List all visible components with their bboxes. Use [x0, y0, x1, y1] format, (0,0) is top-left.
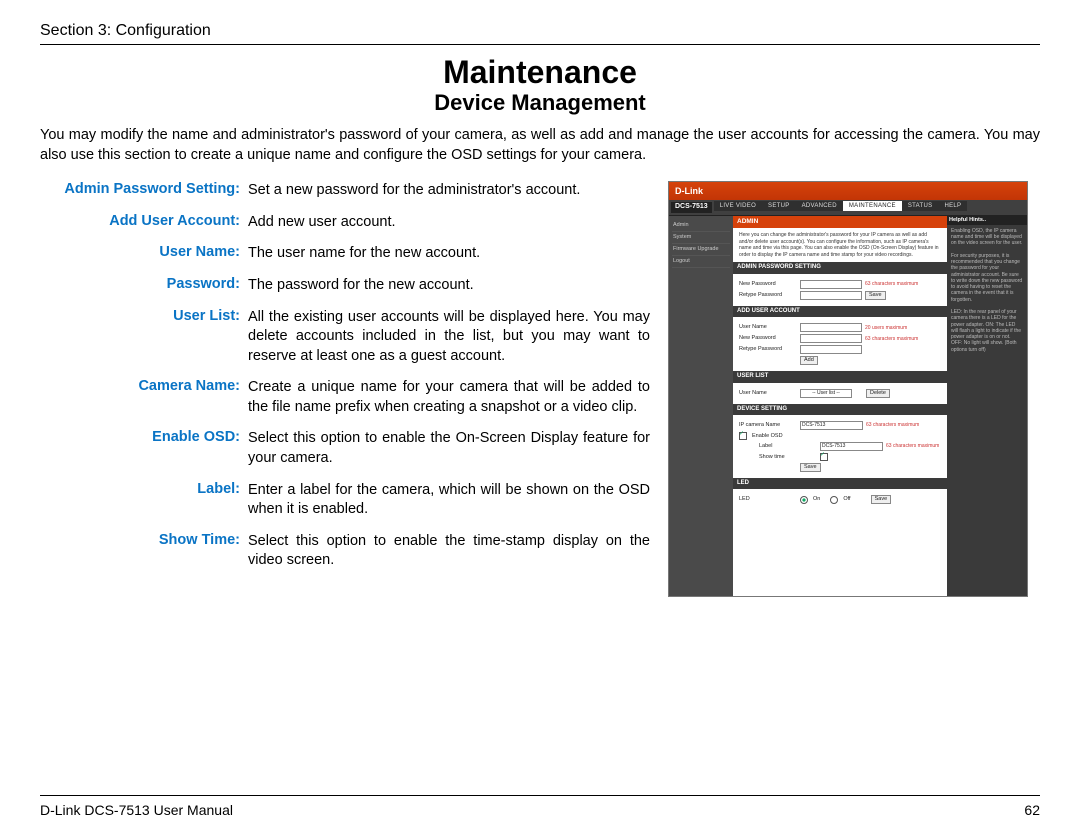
led-off-label: Off [843, 496, 850, 503]
add-newpw-input[interactable] [800, 334, 862, 343]
def-term: Show Time: [40, 532, 248, 571]
nav-tabs: DCS-7513 LIVE VIDEOSETUPADVANCEDMAINTENA… [669, 200, 1027, 216]
pw-save-button[interactable]: Save [865, 291, 886, 300]
page-subtitle: Device Management [40, 90, 1040, 116]
pw-note: 63 characters maximum [865, 281, 918, 287]
sidebar-item[interactable]: System [672, 232, 730, 244]
sidebar-item[interactable]: Firmware Upgrade [672, 244, 730, 256]
footer-right: 62 [1024, 802, 1040, 818]
camname-label: IP camera Name [739, 422, 797, 429]
def-term: Add User Account: [40, 213, 248, 233]
led-on-label: On [813, 496, 820, 503]
def-term: User Name: [40, 244, 248, 264]
retype-password-label: Retype Password [739, 292, 797, 299]
def-desc: The password for the new account. [248, 276, 650, 296]
new-password-input[interactable] [800, 280, 862, 289]
hints-text: Enabling OSD, the IP camera name and tim… [951, 228, 1023, 353]
definitions-list: Admin Password Setting:Set a new passwor… [40, 181, 650, 570]
led-off-radio[interactable] [830, 496, 838, 504]
def-row: Show Time:Select this option to enable t… [40, 532, 650, 571]
add-button[interactable]: Add [800, 356, 818, 365]
led-heading: LED [733, 478, 947, 490]
def-desc: Enter a label for the camera, which will… [248, 481, 650, 520]
enable-osd-checkbox[interactable] [739, 432, 747, 440]
def-row: Camera Name:Create a unique name for you… [40, 378, 650, 417]
device-save-button[interactable]: Save [800, 463, 821, 472]
top-rule [40, 44, 1040, 45]
camname-input[interactable]: DCS-7513 [800, 421, 863, 430]
nav-tab[interactable]: STATUS [902, 201, 939, 211]
led-label: LED [739, 496, 797, 503]
enable-osd-label: Enable OSD [752, 433, 783, 440]
def-desc: Add new user account. [248, 213, 650, 233]
def-desc: Select this option to enable the time-st… [248, 532, 650, 571]
osd-label-note: 63 characters maximum [886, 443, 939, 449]
def-desc: Select this option to enable the On-Scre… [248, 429, 650, 468]
section-header: Section 3: Configuration [40, 22, 1040, 40]
sidebar: AdminSystemFirmware UpgradeLogout [669, 216, 733, 596]
led-on-radio[interactable] [800, 496, 808, 504]
showtime-label: Show time [739, 454, 817, 461]
admin-heading: ADMIN [733, 216, 947, 228]
osd-label-label: Label [739, 443, 817, 450]
brand-bar: D-Link [669, 182, 1027, 200]
add-username-input[interactable] [800, 323, 862, 332]
def-row: Enable OSD:Select this option to enable … [40, 429, 650, 468]
nav-tab[interactable]: ADVANCED [796, 201, 843, 211]
retype-password-input[interactable] [800, 291, 862, 300]
def-row: User List:All the existing user accounts… [40, 308, 650, 367]
model-badge: DCS-7513 [671, 202, 712, 213]
def-row: Password:The password for the new accoun… [40, 276, 650, 296]
def-term: Camera Name: [40, 378, 248, 417]
userlist-heading: USER LIST [733, 371, 947, 383]
intro-paragraph: You may modify the name and administrato… [40, 126, 1040, 165]
add-note2: 63 characters maximum [865, 336, 918, 342]
def-term: Admin Password Setting: [40, 181, 248, 201]
add-retypepw-input[interactable] [800, 345, 862, 354]
nav-tab[interactable]: MAINTENANCE [843, 201, 902, 211]
def-desc: The user name for the new account. [248, 244, 650, 264]
device-heading: DEVICE SETTING [733, 404, 947, 416]
def-desc: Set a new password for the administrator… [248, 181, 650, 201]
userlist-select[interactable]: -- User list -- [800, 389, 852, 398]
nav-tab[interactable]: HELP [938, 201, 967, 211]
def-row: Label:Enter a label for the camera, whic… [40, 481, 650, 520]
def-term: Label: [40, 481, 248, 520]
camname-note: 63 characters maximum [866, 422, 919, 428]
hints-title: Helpful Hints.. [947, 216, 1027, 225]
def-row: Admin Password Setting:Set a new passwor… [40, 181, 650, 201]
add-newpw-label: New Password [739, 335, 797, 342]
nav-tab[interactable]: LIVE VIDEO [714, 201, 762, 211]
def-desc: All the existing user accounts will be d… [248, 308, 650, 367]
page-title: Maintenance [40, 55, 1040, 90]
led-save-button[interactable]: Save [871, 495, 892, 504]
def-term: User List: [40, 308, 248, 367]
def-term: Password: [40, 276, 248, 296]
bottom-rule [40, 795, 1040, 796]
sidebar-item[interactable]: Admin [672, 220, 730, 232]
footer-left: D-Link DCS-7513 User Manual [40, 802, 233, 818]
new-password-label: New Password [739, 281, 797, 288]
add-user-heading: ADD USER ACCOUNT [733, 306, 947, 318]
admin-text: Here you can change the administrator's … [733, 228, 947, 262]
def-desc: Create a unique name for your camera tha… [248, 378, 650, 417]
nav-tab[interactable]: SETUP [762, 201, 796, 211]
add-note1: 20 users maximum [865, 325, 907, 331]
def-row: Add User Account:Add new user account. [40, 213, 650, 233]
def-term: Enable OSD: [40, 429, 248, 468]
sidebar-item[interactable]: Logout [672, 256, 730, 268]
screenshot-main: ADMIN Here you can change the administra… [733, 216, 947, 596]
hints-panel: Helpful Hints.. Enabling OSD, the IP cam… [947, 216, 1027, 596]
userlist-label: User Name [739, 390, 797, 397]
delete-button[interactable]: Delete [866, 389, 890, 398]
pw-heading: ADMIN PASSWORD SETTING [733, 262, 947, 274]
add-username-label: User Name [739, 324, 797, 331]
osd-label-input[interactable]: DCS-7513 [820, 442, 883, 451]
def-row: User Name:The user name for the new acco… [40, 244, 650, 264]
admin-screenshot: D-Link DCS-7513 LIVE VIDEOSETUPADVANCEDM… [668, 181, 1028, 597]
add-retypepw-label: Retype Password [739, 346, 797, 353]
showtime-checkbox[interactable] [820, 453, 828, 461]
